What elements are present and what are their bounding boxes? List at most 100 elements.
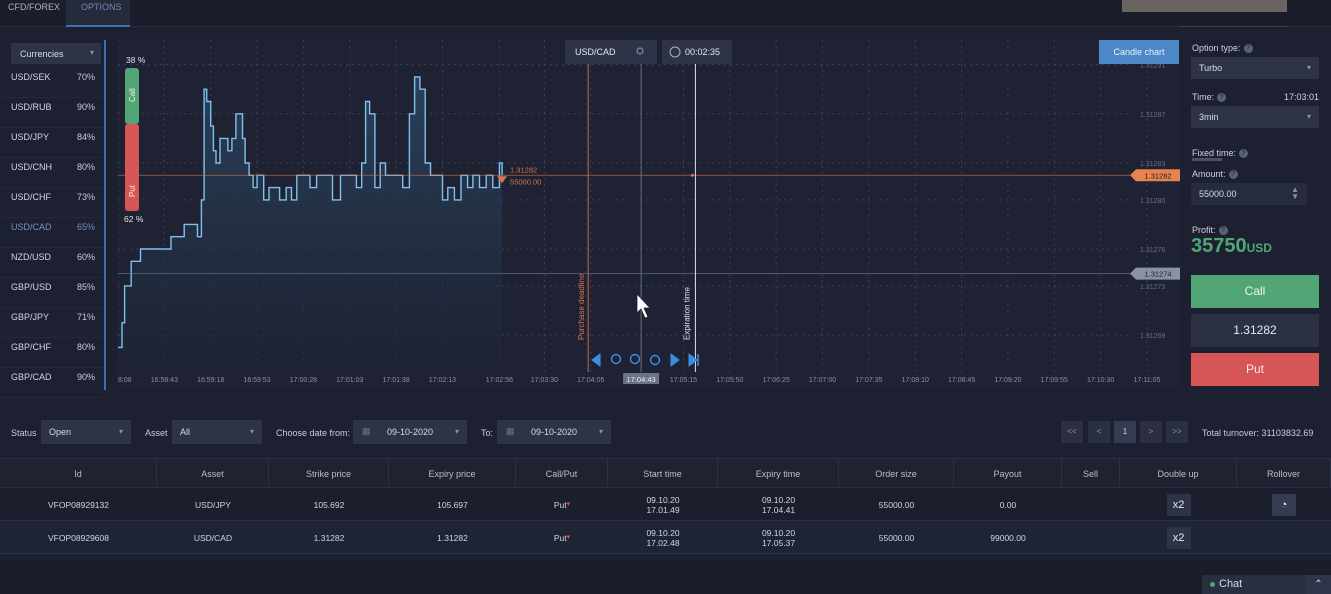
asset-dropdown[interactable]: All ▾ [172, 420, 262, 444]
currency-item[interactable]: USD/CHF 73% [0, 188, 103, 218]
currencies-dropdown[interactable]: Currencies ▾ [11, 43, 101, 64]
last-page-button[interactable]: >> [1166, 421, 1188, 443]
scroll-left-icon[interactable] [591, 353, 601, 367]
strike-price-label: 1.31282 [510, 165, 537, 174]
x-tick-label: 17:07:35 [855, 377, 882, 384]
cell-expiry: 09.10.20 17.04.41 [718, 488, 839, 521]
double-up-button[interactable]: x2 [1166, 493, 1191, 516]
currency-name: GBP/CAD [11, 372, 52, 382]
call-percentage: 38 % [126, 55, 146, 65]
asset-value: All [180, 427, 191, 437]
date-from-label: Choose date from: [276, 428, 351, 438]
date-to-picker[interactable]: ▦ 09-10-2020 ▾ [497, 420, 611, 444]
call-sentiment-label: Call [128, 88, 137, 102]
cell-expiry-price: 1.31282 [389, 521, 516, 554]
currency-item[interactable]: USD/JPY 84% [0, 128, 103, 158]
tab-cfd-forex[interactable]: CFD/FOREX [0, 0, 66, 27]
date-from-picker[interactable]: ▦ 09-10-2020 ▾ [353, 420, 467, 444]
first-page-button[interactable]: << [1061, 421, 1083, 443]
amount-value: 55000.00 [1199, 189, 1237, 199]
x-tick-label: 17:08:45 [948, 377, 975, 384]
expiry-dot [690, 173, 694, 177]
x-tick-label: 17:11:05 [1134, 377, 1161, 384]
call-button[interactable]: Call [1191, 275, 1319, 308]
option-type-dropdown[interactable]: Turbo ▾ [1191, 57, 1319, 79]
cell-text: 105.697 [437, 499, 468, 510]
webcam-overlay [1122, 0, 1287, 12]
help-icon[interactable]: ? [1217, 93, 1227, 103]
x-tick-label: 17:06:25 [763, 377, 790, 384]
expiration-time-label: Expiration time [682, 287, 691, 340]
table-row[interactable]: VFOP08929608 USD/CAD 1.31282 1.31282 Put ▾ 09.… [0, 521, 1331, 554]
help-icon[interactable]: ? [1218, 226, 1228, 236]
profit-currency: USD [1246, 241, 1272, 255]
currency-item[interactable]: GBP/USD 85% [0, 278, 103, 308]
x-tick-label: 17:02:56 [486, 377, 513, 384]
help-icon[interactable]: ? [1228, 170, 1238, 180]
y-tick-label: 1.31269 [1140, 333, 1165, 340]
currency-item[interactable]: USD/RUB 90% [0, 98, 103, 128]
price-chart[interactable]: 1.31291 1.31287 1.31283 1.31280 1.31276 1.312… [118, 40, 1180, 388]
list-scrollbar[interactable] [104, 40, 106, 390]
zoom-out-icon[interactable] [610, 353, 622, 365]
currency-item[interactable]: USD/CNH 80% [0, 158, 103, 188]
stepper-icon[interactable]: ▲ ▼ [1291, 186, 1299, 201]
currency-item[interactable]: GBP/CHF 80% [0, 338, 103, 368]
cell-text: 55000.00 [878, 532, 915, 543]
profit-value: 35750 [1191, 235, 1247, 257]
currency-item[interactable]: GBP/JPY 71% [0, 308, 103, 338]
currency-item[interactable]: USD/SEK 70% [0, 68, 103, 98]
currency-name: GBP/CHF [11, 342, 52, 352]
cell-size: 55000.00 [839, 521, 954, 554]
put-arrow-icon: ▾ [566, 500, 571, 508]
table-row[interactable]: VFOP08929132 USD/JPY 105.692 105.697 Put ▾ 09.… [0, 488, 1331, 521]
footer [0, 560, 1331, 594]
chevron-up-icon[interactable]: ⌃ [1306, 575, 1331, 594]
currency-payout: 90% [76, 102, 95, 112]
scroll-right-icon[interactable] [670, 353, 680, 367]
chat-label: Chat [1219, 578, 1243, 590]
column-header: Expiry price [389, 459, 516, 489]
mouse-cursor-icon [636, 292, 651, 319]
zoom-in-icon[interactable] [629, 353, 641, 365]
x-tick-label: 17:03:30 [531, 377, 558, 384]
chevron-down-icon: ▾ [1306, 112, 1311, 121]
currency-name: USD/RUB [11, 102, 52, 112]
chevron-down-icon: ▾ [249, 427, 254, 436]
double-up-button[interactable]: x2 [1166, 526, 1191, 549]
next-page-button[interactable]: > [1140, 421, 1162, 443]
currency-panel: Currencies ▾ USD/SEK 70% USD/RUB 90% USD/JPY… [0, 40, 105, 398]
total-turnover: Total turnover: 31103832.69 [1202, 428, 1314, 438]
put-sentiment-label: Put [128, 184, 137, 197]
tab-options[interactable]: OPTIONS [66, 0, 130, 27]
prev-page-button[interactable]: < [1088, 421, 1110, 443]
x-tick-label: 17:01:38 [382, 377, 409, 384]
chevron-down-icon: ▾ [89, 48, 94, 57]
help-icon[interactable]: ? [1243, 44, 1253, 54]
currency-item[interactable]: USD/CAD 65% [0, 218, 103, 248]
help-icon[interactable]: ? [1239, 149, 1249, 159]
cell-text: 99000.00 [990, 532, 1026, 543]
chat-button[interactable]: Chat [1202, 575, 1306, 594]
cell-asset: USD/CAD [157, 521, 269, 554]
status-dropdown[interactable]: Open ▾ [41, 420, 131, 444]
put-button[interactable]: Put [1191, 353, 1319, 386]
cell-expiry-price: 105.697 [389, 488, 516, 521]
x-tick-label: 17:07:00 [809, 377, 836, 384]
column-header: Sell [1062, 459, 1120, 489]
online-dot-icon [1210, 581, 1215, 587]
cell-start: 09.10.20 17.02.48 [608, 521, 718, 554]
table-body: VFOP08929132 USD/JPY 105.692 105.697 Put ▾ 09.… [0, 488, 1331, 554]
currency-item[interactable]: NZD/USD 60% [0, 248, 103, 278]
rollover-clock-icon[interactable]: ◔ [1272, 493, 1296, 516]
cell-text: 105.692 [313, 499, 345, 510]
time-dropdown[interactable]: 3min ▾ [1191, 106, 1319, 128]
fixed-time-toggle[interactable] [1192, 158, 1222, 161]
cell-text: 1.31282 [437, 532, 468, 543]
center-target-icon[interactable] [649, 354, 661, 366]
page-1-button[interactable]: 1 [1114, 421, 1136, 443]
x-tick-label: 16:58:43 [151, 377, 178, 384]
amount-input[interactable]: 55000.00 ▲ ▼ [1191, 183, 1307, 205]
trade-panel: Option type:? Turbo ▾ Time:? 17:03:01 3mi… [1188, 40, 1331, 394]
currency-item[interactable]: GBP/CAD 90% [0, 368, 103, 398]
